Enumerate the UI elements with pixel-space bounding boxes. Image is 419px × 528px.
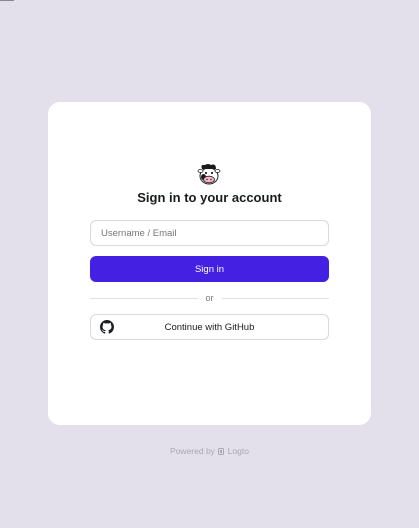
username-email-input[interactable] bbox=[90, 220, 329, 246]
continue-with-github-button[interactable]: Continue with GitHub bbox=[90, 314, 329, 340]
divider-line-left bbox=[90, 297, 198, 299]
sign-in-card: Sign in to your account Sign in or Conti… bbox=[48, 102, 371, 425]
page-title: Sign in to your account bbox=[137, 190, 282, 205]
logto-logo-icon bbox=[218, 448, 225, 455]
social-button-label: Continue with GitHub bbox=[164, 322, 255, 333]
divider-line-right bbox=[221, 297, 330, 299]
divider-text: or bbox=[205, 293, 214, 303]
sign-in-button[interactable]: Sign in bbox=[90, 256, 329, 282]
powered-by-footer[interactable]: Powered by Logto bbox=[0, 446, 419, 456]
cow-logo-icon bbox=[197, 164, 221, 185]
or-divider: or bbox=[90, 291, 330, 305]
brand-name: Logto bbox=[227, 446, 249, 456]
window-edge-line bbox=[0, 0, 14, 1]
powered-by-text: Powered by bbox=[170, 446, 215, 456]
